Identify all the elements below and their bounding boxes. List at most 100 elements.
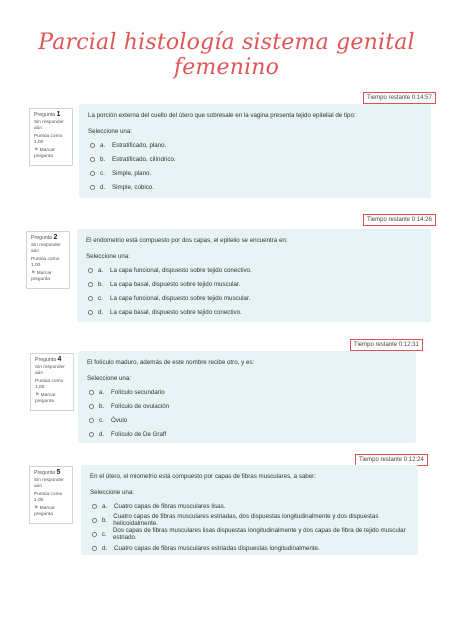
question-info-q2: Pregunta 2 Sin responder aún Puntúa como… (26, 231, 70, 289)
question-info-q5: Pregunta 5 Sin responder aún Puntúa como… (29, 466, 73, 524)
option-letter: b. (99, 402, 105, 410)
question-label: Pregunta (31, 235, 53, 241)
radio-button-icon[interactable] (89, 389, 94, 395)
question-label: Pregunta (34, 112, 56, 118)
flag-question-link[interactable]: ⚑ Marcar pregunta (31, 271, 65, 283)
radio-button-icon[interactable] (90, 170, 95, 176)
option-text: Folículo secundario (111, 388, 165, 396)
option-letter: d. (102, 544, 108, 552)
option-text: Simple, plano. (112, 169, 152, 177)
radio-button-icon[interactable] (92, 531, 97, 537)
option-letter: c. (99, 416, 104, 424)
question-number: Pregunta 2 (31, 234, 65, 241)
answer-option-a[interactable]: a. Cuatro capas de fibras musculares lisa… (90, 502, 409, 510)
select-prompt: Seleccione una: (88, 128, 133, 135)
option-letter: b. (98, 280, 104, 288)
option-text: Dos capas de fibras musculares lisas dis… (112, 527, 406, 541)
option-text: La capa basal, dispuesto sobre tejido mu… (110, 280, 241, 288)
flag-question-label: Marcar pregunta (34, 148, 55, 159)
radio-button-icon[interactable] (89, 403, 94, 409)
answer-option-b[interactable]: b. Estratificado, cilíndrico. (88, 155, 422, 163)
timer-q1: Tiempo restante 0:14:57 (363, 92, 436, 104)
radio-button-icon[interactable] (90, 156, 95, 162)
option-letter: c. (98, 294, 103, 302)
answer-option-b[interactable]: b. Folículo de ovulación (87, 402, 407, 410)
radio-button-icon[interactable] (92, 517, 97, 523)
flag-question-label: Marcar pregunta (31, 271, 52, 282)
option-text: Estratificado, cilíndrico. (112, 155, 176, 163)
option-letter: c. (100, 169, 105, 177)
option-text: La capa basal, dispuesto sobre tejido co… (110, 308, 242, 316)
answer-option-a[interactable]: a. Estratificado, plano. (88, 141, 422, 149)
question-label: Pregunta (35, 357, 57, 363)
question-text: El folículo maduro, además de este nombr… (87, 359, 255, 366)
radio-button-icon[interactable] (89, 417, 94, 423)
question-number-value: 2 (53, 234, 58, 241)
answer-option-d[interactable]: d. Cuatro capas de fibras musculares estr… (90, 544, 409, 552)
answer-option-b[interactable]: b. Cuatro capas de fibras musculares estr… (90, 513, 409, 527)
radio-button-icon[interactable] (90, 184, 95, 190)
radio-button-icon[interactable] (89, 431, 94, 437)
option-letter: d. (98, 308, 104, 316)
answer-option-c[interactable]: c. Simple, plano. (88, 169, 422, 177)
question-number: Pregunta 4 (35, 356, 69, 363)
question-panel-q1: La porción externa del cuello del útero … (79, 104, 431, 198)
option-text: Folículo de ovulación (111, 402, 170, 410)
radio-button-icon[interactable] (92, 545, 97, 551)
answer-option-d[interactable]: d. Simple, cúbico. (88, 183, 422, 191)
flag-icon: ⚑ (31, 271, 36, 276)
option-text: La capa funcional, dispuesto sobre tejid… (110, 294, 251, 302)
question-number: Pregunta 5 (34, 469, 68, 476)
answer-option-c[interactable]: c. La capa funcional, dispuesto sobre tej… (86, 294, 422, 302)
flag-question-label: Marcar pregunta (35, 393, 56, 404)
radio-button-icon[interactable] (88, 309, 93, 315)
question-panel-q4: El folículo maduro, además de este nombr… (78, 351, 416, 443)
question-text: La porción externa del cuello del útero … (88, 112, 356, 119)
option-letter: a. (100, 141, 106, 149)
flag-question-link[interactable]: ⚑ Marcar pregunta (35, 393, 69, 405)
question-label: Pregunta (34, 470, 56, 476)
question-info-q4: Pregunta 4 Sin responder aún Puntúa como… (30, 353, 74, 411)
flag-question-link[interactable]: ⚑ Marcar pregunta (34, 148, 68, 160)
answer-option-d[interactable]: d. Folículo de De Graff (87, 430, 407, 438)
radio-button-icon[interactable] (90, 142, 95, 148)
option-letter: a. (102, 502, 108, 510)
question-score: Puntúa como 1,00 (34, 492, 63, 503)
question-panel-q5: En el útero, el miometrio está compuesto… (81, 465, 418, 555)
question-score: Puntúa como 1,00 (31, 257, 60, 268)
question-text: En el útero, el miometrio está compuesto… (90, 473, 316, 480)
question-info-q1: Pregunta 1 Sin responder aún Puntúa como… (29, 108, 73, 166)
question-text: El endometrio está compuesto por dos cap… (86, 237, 288, 244)
question-status: Sin responder aún (31, 243, 61, 254)
answer-option-d[interactable]: d. La capa basal, dispuesto sobre tejido … (86, 308, 422, 316)
radio-button-icon[interactable] (88, 267, 93, 273)
timer-q4: Tiempo restante 0:12:31 (350, 339, 423, 351)
answer-option-c[interactable]: c. Dos capas de fibras musculares lisas d… (90, 527, 409, 541)
question-score: Puntúa como 1,00 (35, 379, 64, 390)
answer-option-a[interactable]: a. Folículo secundario (87, 388, 407, 396)
flag-icon: ⚑ (34, 506, 39, 511)
option-letter: b. (100, 155, 106, 163)
option-text: La capa funcional, dispuesto sobre tejid… (110, 266, 252, 274)
radio-button-icon[interactable] (88, 295, 93, 301)
option-letter: b. (101, 516, 108, 524)
option-text: Estratificado, plano. (112, 141, 167, 149)
option-text: Simple, cúbico. (112, 183, 154, 191)
flag-question-link[interactable]: ⚑ Marcar pregunta (34, 506, 68, 518)
answer-option-c[interactable]: c. Óvulo (87, 416, 407, 424)
radio-button-icon[interactable] (92, 503, 97, 509)
select-prompt: Seleccione una: (87, 375, 132, 382)
timer-q2: Tiempo restante 0:14:26 (363, 214, 436, 226)
option-letter: c. (101, 530, 107, 538)
page-title: Parcial histología sistema genital femen… (38, 30, 415, 80)
question-number-value: 1 (56, 111, 61, 118)
option-text: Folículo de De Graff (111, 430, 167, 438)
option-letter: a. (98, 266, 104, 274)
option-letter: d. (99, 430, 105, 438)
question-number-value: 5 (56, 469, 61, 476)
answer-option-b[interactable]: b. La capa basal, dispuesto sobre tejido … (86, 280, 422, 288)
radio-button-icon[interactable] (88, 281, 93, 287)
option-text: Cuatro capas de fibras musculares estria… (114, 544, 320, 552)
select-prompt: Seleccione una: (86, 253, 131, 260)
answer-option-a[interactable]: a. La capa funcional, dispuesto sobre tej… (86, 266, 422, 274)
